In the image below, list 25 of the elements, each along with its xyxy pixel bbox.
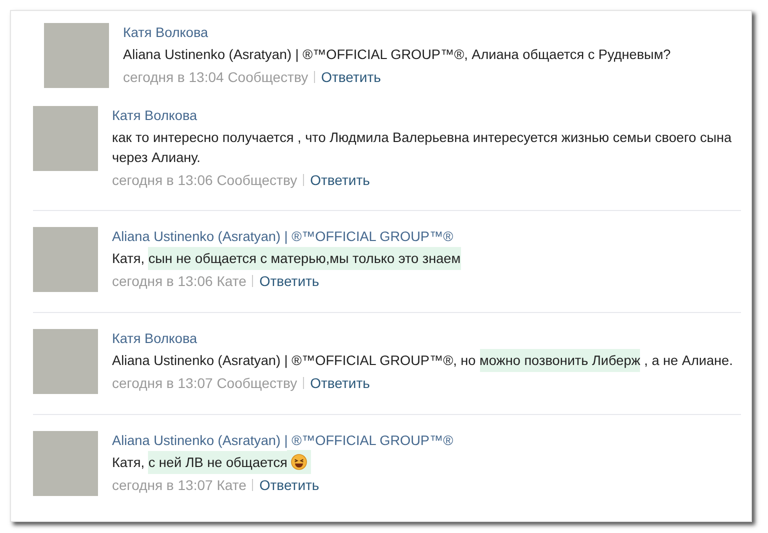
- comment-text: Катя, сын не общается с матерью,мы только это знаем: [112, 249, 461, 269]
- avatar-photo: [33, 227, 98, 292]
- comment-time: сегодня в 13:07: [112, 375, 214, 391]
- comment-text: Aliana Ustinenko (Asratyan) | ®™OFFICIAL GROUP™®, но можно позвонить Либерж , а не Алиане.: [112, 351, 733, 371]
- avatar-photo: [33, 106, 98, 171]
- author-link[interactable]: Катя Волкова: [123, 23, 208, 43]
- comment-text: Катя, с ней ЛВ не общается: [112, 453, 288, 473]
- avatar-photo: [33, 329, 98, 394]
- author-link[interactable]: Aliana Ustinenko (Asratyan) | ®™OFFICIAL GROUP™®: [112, 227, 454, 247]
- reply-link[interactable]: Ответить: [321, 69, 381, 85]
- reply-link[interactable]: Ответить: [310, 375, 370, 391]
- avatar-photo: [33, 431, 98, 496]
- reply-link[interactable]: Ответить: [259, 477, 320, 493]
- comment-time: сегодня в 13:04: [123, 69, 225, 85]
- author-link[interactable]: Катя Волкова: [112, 329, 198, 349]
- author-link[interactable]: Aliana Ustinenko (Asratyan) | ®™OFFICIAL GROUP™®: [112, 431, 454, 451]
- comment-text: как то интересно получается , что Людмила Валерьевна интересуется жизнью семьи своего сына через Алиану.: [112, 129, 733, 167]
- reply-link[interactable]: Ответить: [259, 273, 320, 289]
- reply-link[interactable]: Ответить: [310, 172, 370, 188]
- avatar-photo: [44, 23, 109, 88]
- comment-time: сегодня в 13:06: [112, 172, 214, 188]
- comment-time: сегодня в 13:06: [112, 273, 214, 289]
- comment-time: сегодня в 13:07: [112, 477, 214, 493]
- comment-text: Aliana Ustinenko (Asratyan) | ®™OFFICIAL GROUP™®, Алиана общается с Рудневым?: [123, 46, 671, 64]
- author-link[interactable]: Катя Волкова: [112, 106, 198, 126]
